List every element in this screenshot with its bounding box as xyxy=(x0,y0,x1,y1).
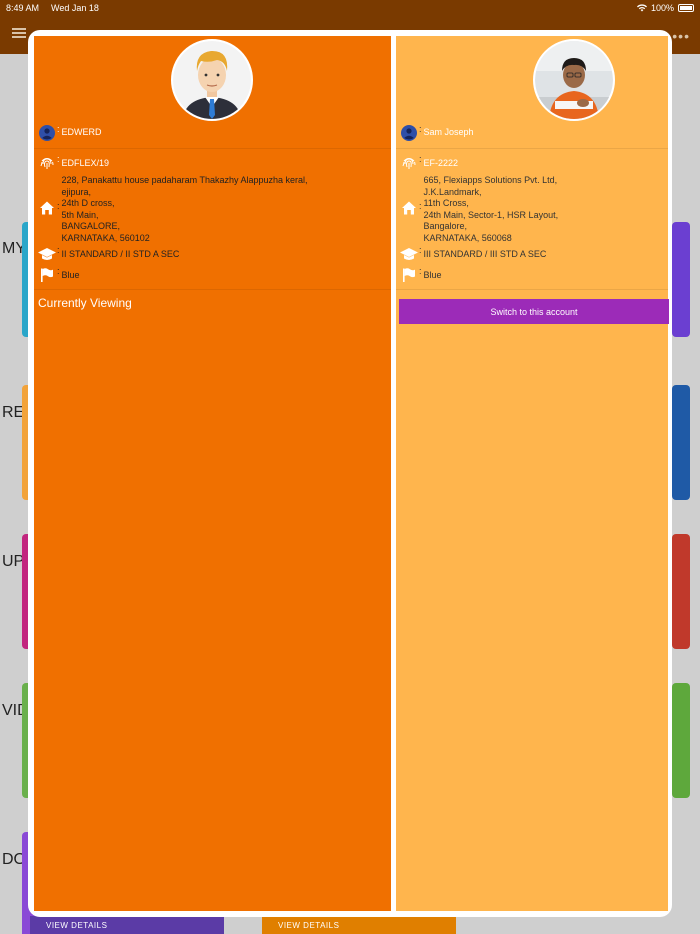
dashboard-tile[interactable] xyxy=(672,222,690,337)
graduation-cap-icon xyxy=(400,245,418,263)
wifi-icon xyxy=(636,4,647,12)
account-name: Sam Joseph xyxy=(423,127,474,137)
dashboard-label: UP xyxy=(2,553,25,570)
dashboard-tile[interactable] xyxy=(672,385,690,500)
address-line: KARNATAKA, 560102 xyxy=(61,232,150,243)
address-line: Bangalore, xyxy=(423,221,468,232)
fingerprint-icon xyxy=(400,154,418,172)
divider xyxy=(396,289,668,290)
divider xyxy=(34,148,391,149)
graduation-cap-icon xyxy=(38,245,56,263)
id-row: : EDFLEX/19 xyxy=(38,154,109,172)
other-account-card: : Sam Joseph : EF-2222 : 665, Flexiapps … xyxy=(396,36,669,911)
address-row: : 665, Flexiapps Solutions Pvt. Ltd, J.K… xyxy=(400,175,558,245)
class-section: III STANDARD / III STD A SEC xyxy=(423,249,547,259)
divider xyxy=(396,148,668,149)
dashboard-tile[interactable] xyxy=(672,683,690,798)
address-line: 24th D cross, xyxy=(61,198,115,209)
address-line: J.K.Landmark, xyxy=(423,186,482,197)
flag-icon xyxy=(38,266,56,284)
id-row: : EF-2222 xyxy=(400,154,458,172)
account-name: EDWERD xyxy=(61,127,102,137)
status-date: Wed Jan 18 xyxy=(51,3,99,13)
name-row: : EDWERD xyxy=(38,124,102,142)
address-row: : 228, Panakattu house padaharam Thakazh… xyxy=(38,175,308,245)
student-photo-icon xyxy=(535,41,613,119)
address-line: BANGALORE, xyxy=(61,221,121,232)
name-row: : Sam Joseph xyxy=(400,124,474,142)
address-line: 11th Cross, xyxy=(423,198,469,209)
address-line: 228, Panakattu house padaharam Thakazhy … xyxy=(61,175,308,185)
user-circle-icon xyxy=(38,124,56,142)
switch-account-modal: : EDWERD : EDFLEX/19 : 228, Panakattu ho… xyxy=(28,30,672,917)
battery-percent: 100% xyxy=(650,3,674,13)
address-block: 665, Flexiapps Solutions Pvt. Ltd, J.K.L… xyxy=(424,175,559,245)
address-line: 24th Main, Sector-1, HSR Layout, xyxy=(423,209,559,220)
current-account-card: : EDWERD : EDFLEX/19 : 228, Panakattu ho… xyxy=(34,36,391,911)
businessman-avatar-icon xyxy=(173,41,251,119)
class-section: II STANDARD / II STD A SEC xyxy=(61,249,180,259)
status-bar: 8:49 AM Wed Jan 18 100% xyxy=(0,0,700,16)
address-line: 665, Flexiapps Solutions Pvt. Ltd, xyxy=(423,175,558,185)
status-time: 8:49 AM xyxy=(6,3,40,13)
switch-account-button[interactable]: Switch to this account xyxy=(399,299,669,324)
menu-icon[interactable] xyxy=(12,28,26,38)
admission-id: EF-2222 xyxy=(423,158,459,168)
address-line: ejipura, xyxy=(61,186,92,197)
address-line: KARNATAKA, 560068 xyxy=(423,232,512,243)
house-row: : Blue xyxy=(38,266,80,284)
view-details-button[interactable]: VIEW DETAILS xyxy=(30,916,224,934)
currently-viewing-label: Currently Viewing xyxy=(38,296,132,310)
avatar xyxy=(171,39,253,121)
class-row: : II STANDARD / II STD A SEC xyxy=(38,245,179,263)
house-color: Blue xyxy=(61,270,80,280)
admission-id: EDFLEX/19 xyxy=(61,158,110,168)
view-details-button[interactable]: VIEW DETAILS xyxy=(262,916,456,934)
home-icon xyxy=(400,199,418,217)
dashboard-tile[interactable] xyxy=(672,534,690,649)
battery-icon xyxy=(678,4,694,12)
address-line: 5th Main, xyxy=(61,209,99,220)
divider xyxy=(34,289,391,290)
user-circle-icon xyxy=(400,124,418,142)
class-row: : III STANDARD / III STD A SEC xyxy=(400,245,546,263)
avatar xyxy=(533,39,615,121)
house-row: : Blue xyxy=(400,266,442,284)
more-icon[interactable]: ••• xyxy=(672,28,690,44)
flag-icon xyxy=(400,266,418,284)
address-block: 228, Panakattu house padaharam Thakazhy … xyxy=(62,175,308,245)
home-icon xyxy=(38,199,56,217)
house-color: Blue xyxy=(423,270,442,280)
fingerprint-icon xyxy=(38,154,56,172)
